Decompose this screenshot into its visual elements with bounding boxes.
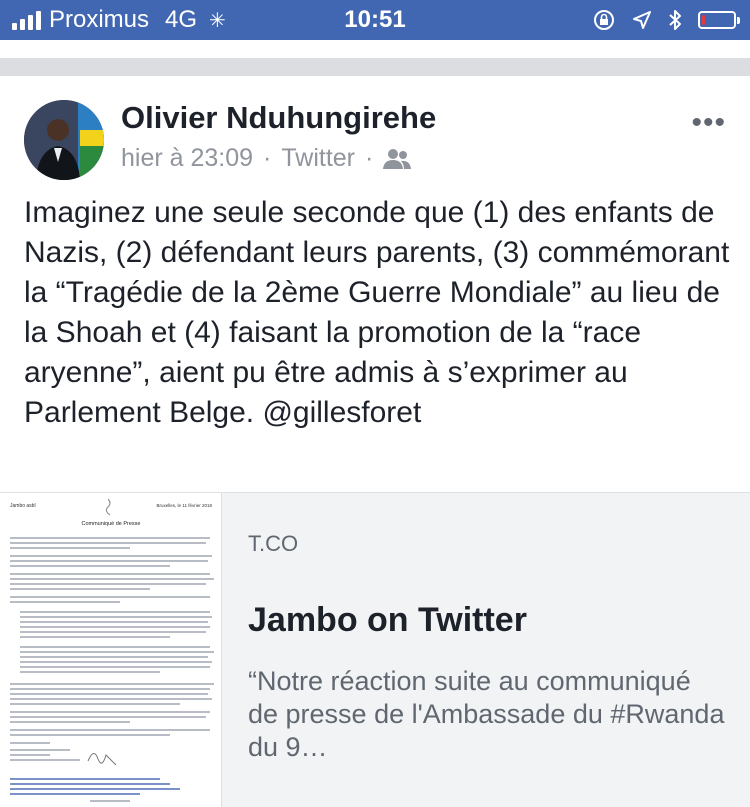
meta-separator: ·	[263, 144, 272, 172]
link-preview-thumbnail: Jambo asbl Bruxelles, le 11 février 2018…	[0, 493, 222, 807]
link-domain: T.CO	[248, 531, 299, 556]
meta-separator-2: ·	[365, 144, 374, 172]
orientation-lock-icon	[594, 10, 614, 30]
thumb-header-right: Bruxelles, le 11 février 2018	[157, 503, 213, 508]
status-bar: Proximus 4G ✳ 10:51	[0, 0, 750, 40]
link-description: “Notre réaction suite au communiqué de p…	[248, 666, 725, 762]
post-text: Imaginez une seule seconde que (1) des e…	[24, 196, 730, 429]
link-preview-card[interactable]: Jambo asbl Bruxelles, le 11 février 2018…	[0, 492, 750, 807]
post-source: Twitter	[281, 144, 355, 172]
location-arrow-icon	[633, 11, 651, 29]
post-timestamp[interactable]: hier à 23:09	[121, 144, 253, 173]
battery-icon	[698, 11, 740, 29]
post-author-name[interactable]: Olivier Nduhungirehe	[121, 100, 436, 136]
link-title[interactable]: Jambo on Twitter	[248, 601, 527, 640]
bluetooth-icon	[669, 10, 681, 30]
post-meta: hier à 23:09 · Twitter ·	[121, 144, 412, 173]
thumb-heading: Communiqué de Presse	[81, 521, 140, 527]
thumb-header-left: Jambo asbl	[10, 503, 36, 509]
friends-icon[interactable]	[383, 148, 412, 170]
more-options-button[interactable]: •••	[691, 106, 726, 140]
feed-divider	[0, 58, 750, 76]
avatar[interactable]	[24, 100, 104, 180]
